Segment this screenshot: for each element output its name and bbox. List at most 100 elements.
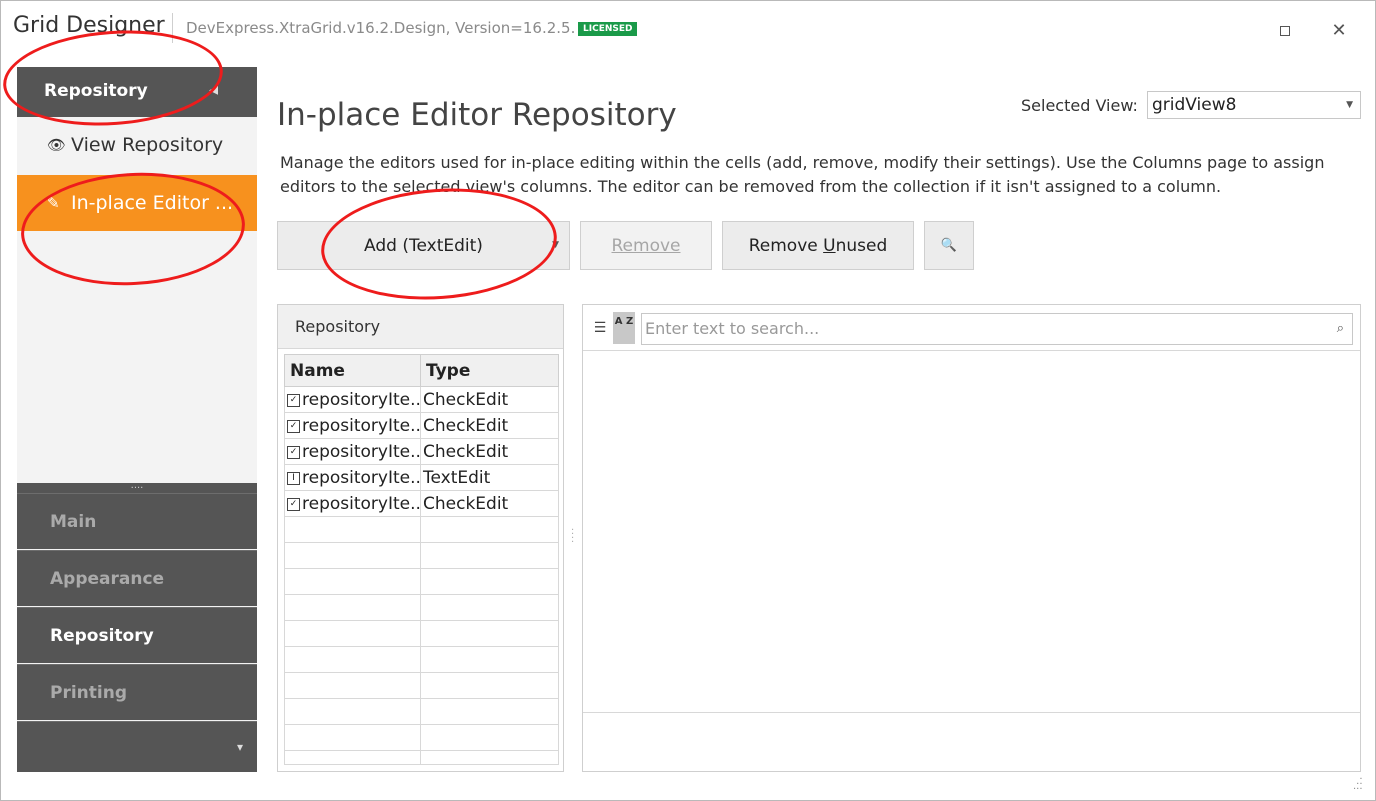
page-title: In-place Editor Repository xyxy=(277,97,677,133)
nav-group-printing[interactable]: Printing xyxy=(17,664,257,720)
checkbox-icon: ✓ xyxy=(287,497,300,511)
nav-splitter[interactable]: .... xyxy=(17,481,257,493)
empty-cell xyxy=(284,750,421,765)
cell-name[interactable]: ✓ repositoryIte... xyxy=(284,412,421,439)
remove-unused-mnemonic: U xyxy=(823,235,836,256)
find-editor-button[interactable]: 🔍 xyxy=(924,221,974,270)
property-search-input[interactable]: Enter text to search... ⌕ xyxy=(641,313,1353,345)
search-icon: 🔍 xyxy=(940,238,958,253)
selected-view-label: Selected View: xyxy=(1021,96,1138,115)
empty-cell xyxy=(420,698,559,725)
row-name: repositoryIte... xyxy=(302,467,421,488)
eye-icon: 👁 xyxy=(47,136,67,154)
remove-button[interactable]: Remove xyxy=(580,221,712,270)
cell-type[interactable]: CheckEdit xyxy=(420,438,559,465)
table-row[interactable]: IrepositoryIte... TextEdit xyxy=(284,464,559,491)
cell-type[interactable]: TextEdit xyxy=(420,464,559,491)
nav-group-appearance[interactable]: Appearance xyxy=(17,550,257,606)
row-name: repositoryIte... xyxy=(302,415,421,436)
table-row[interactable]: ✓ repositoryIte... CheckEdit xyxy=(284,438,559,465)
empty-row xyxy=(284,594,559,621)
textedit-icon: I xyxy=(287,471,300,485)
resize-grip-icon[interactable]: · ·· ··· xyxy=(1353,775,1363,795)
empty-row xyxy=(284,516,559,543)
checkbox-icon: ✓ xyxy=(287,445,300,459)
cell-name[interactable]: ✓ repositoryIte... xyxy=(284,438,421,465)
empty-cell xyxy=(420,542,559,569)
selected-view-dropdown[interactable]: gridView8 ▼ xyxy=(1147,91,1361,119)
close-icon: ✕ xyxy=(1331,20,1347,41)
empty-cell xyxy=(284,516,421,543)
grid-designer-window: Grid Designer DevExpress.XtraGrid.v16.2.… xyxy=(0,0,1376,801)
panel-splitter[interactable]: · · · · xyxy=(571,526,575,548)
search-placeholder: Enter text to search... xyxy=(645,319,820,338)
cell-type[interactable]: CheckEdit xyxy=(420,490,559,517)
repository-caption: Repository xyxy=(278,305,563,349)
empty-cell xyxy=(420,516,559,543)
remove-unused-label: Remove Unused xyxy=(749,236,888,256)
close-button[interactable]: ✕ xyxy=(1327,19,1351,43)
empty-cell xyxy=(420,594,559,621)
remove-label: Remove xyxy=(611,235,681,256)
empty-row xyxy=(284,620,559,647)
remove-unused-button[interactable]: Remove Unused xyxy=(722,221,914,270)
checkbox-icon: ✓ xyxy=(287,393,300,407)
empty-cell xyxy=(284,594,421,621)
nav-item-label: View Repository xyxy=(71,134,224,156)
row-name: repositoryIte... xyxy=(302,493,421,514)
empty-cell xyxy=(420,750,559,765)
empty-cell xyxy=(284,646,421,673)
nav-more-groups[interactable]: ▾ xyxy=(17,721,257,772)
maximize-button[interactable] xyxy=(1273,19,1297,43)
nav-item-view-repository[interactable]: 👁 View Repository xyxy=(17,117,257,173)
alphabetical-sort-glyph: A Z xyxy=(614,316,634,327)
column-header-type[interactable]: Type xyxy=(420,354,559,387)
repository-panel: Repository Name Type ✓ repositoryIte... C… xyxy=(277,304,564,772)
empty-cell xyxy=(284,568,421,595)
empty-row xyxy=(284,568,559,595)
property-grid-panel: ☰ A Z Enter text to search... ⌕ xyxy=(582,304,1361,772)
licensed-badge: LICENSED xyxy=(578,22,638,36)
chevron-down-icon: ▾ xyxy=(236,740,243,754)
maximize-icon xyxy=(1280,26,1290,36)
alphabetical-sort-icon[interactable]: A Z xyxy=(613,312,635,344)
table-row[interactable]: ✓ repositoryIte... CheckEdit xyxy=(284,490,559,517)
empty-row xyxy=(284,542,559,569)
cell-name[interactable]: ✓ repositoryIte... xyxy=(284,386,421,413)
cell-type[interactable]: CheckEdit xyxy=(420,386,559,413)
cell-type[interactable]: CheckEdit xyxy=(420,412,559,439)
row-name: repositoryIte... xyxy=(302,389,421,410)
empty-cell xyxy=(284,620,421,647)
search-icon: ⌕ xyxy=(1336,321,1344,336)
selected-view-value: gridView8 xyxy=(1152,95,1237,115)
categorized-view-icon[interactable]: ☰ xyxy=(591,317,609,339)
empty-row xyxy=(284,646,559,673)
dropdown-arrow-icon: ▼ xyxy=(1346,100,1353,110)
empty-cell xyxy=(420,620,559,647)
empty-cell xyxy=(420,646,559,673)
annotation-circle-add-button xyxy=(317,180,561,308)
empty-row xyxy=(284,698,559,725)
empty-row xyxy=(284,672,559,699)
empty-cell xyxy=(284,672,421,699)
table-row[interactable]: ✓ repositoryIte... CheckEdit xyxy=(284,386,559,413)
empty-cell xyxy=(420,724,559,751)
property-grid-toolbar: ☰ A Z Enter text to search... ⌕ xyxy=(583,305,1360,351)
column-header-name[interactable]: Name xyxy=(284,354,421,387)
nav-group-main[interactable]: Main xyxy=(17,493,257,549)
cell-name[interactable]: ✓ repositoryIte... xyxy=(284,490,421,517)
remove-unused-prefix: Remove xyxy=(748,235,824,256)
grid-header-row: Name Type xyxy=(284,354,559,387)
version-subtitle: DevExpress.XtraGrid.v16.2.Design, Versio… xyxy=(186,19,576,37)
row-name: repositoryIte... xyxy=(302,441,421,462)
nav-group-repository[interactable]: Repository xyxy=(17,607,257,663)
remove-unused-suffix: nused xyxy=(835,235,888,256)
empty-cell xyxy=(284,724,421,751)
description-divider xyxy=(583,712,1360,713)
empty-cell xyxy=(420,568,559,595)
empty-row xyxy=(284,724,559,751)
empty-cell xyxy=(420,672,559,699)
repository-grid: Name Type ✓ repositoryIte... CheckEdit ✓ r… xyxy=(284,354,559,765)
table-row[interactable]: ✓ repositoryIte... CheckEdit xyxy=(284,412,559,439)
cell-name[interactable]: IrepositoryIte... xyxy=(284,464,421,491)
